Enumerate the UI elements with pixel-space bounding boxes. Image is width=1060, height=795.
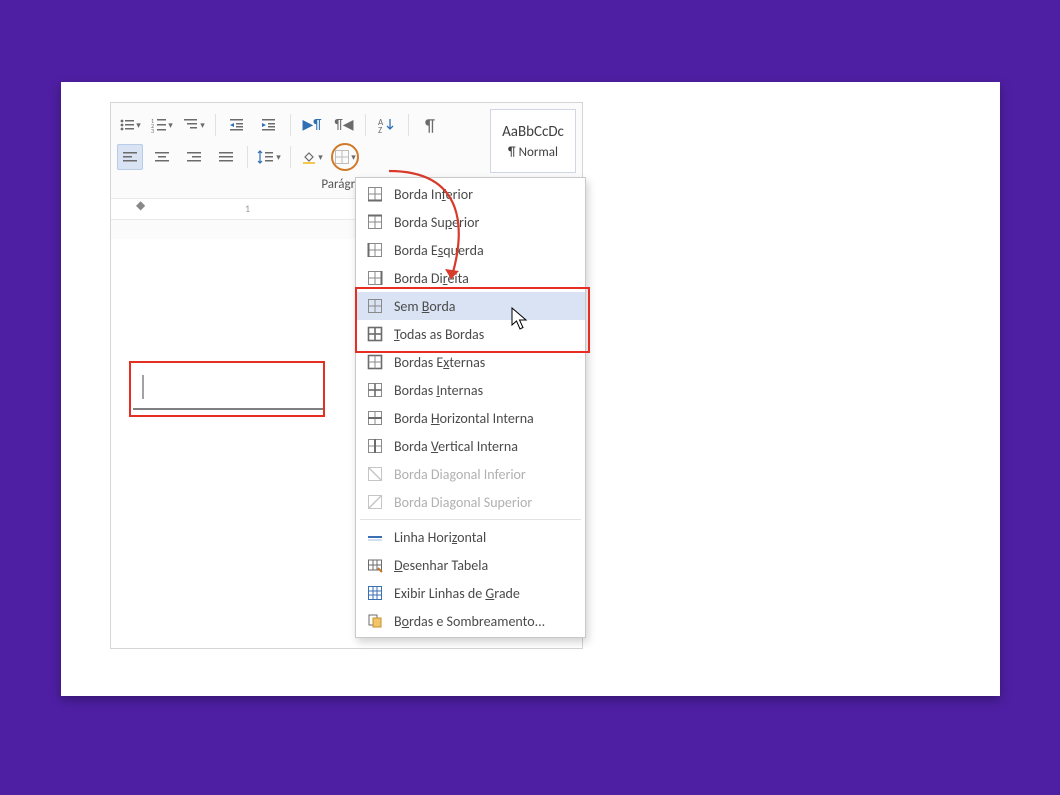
style-preview: AaBbCcDc: [493, 123, 573, 141]
shading-button[interactable]: ▾: [299, 144, 325, 170]
menu-item-label: Bordas Externas: [394, 354, 485, 371]
bullets-icon: [119, 117, 135, 133]
multilevel-list-button[interactable]: ▾: [181, 112, 207, 138]
menu-item-label: Linha Horizontal: [394, 529, 486, 546]
menu-item[interactable]: Borda Superior: [356, 208, 585, 236]
separator: [247, 146, 248, 168]
all-borders-icon: [366, 325, 384, 343]
menu-item[interactable]: Borda Vertical Interna: [356, 432, 585, 460]
style-gallery-normal[interactable]: AaBbCcDc ¶ Normal: [490, 109, 576, 173]
separator: [408, 114, 409, 136]
borders-shading-icon: [366, 612, 384, 630]
menu-item[interactable]: Borda Direita: [356, 264, 585, 292]
menu-separator: [360, 519, 581, 520]
hline-icon: [366, 528, 384, 546]
gridlines-icon: [366, 584, 384, 602]
separator: [290, 114, 291, 136]
align-justify-button[interactable]: [213, 144, 239, 170]
menu-item[interactable]: Bordas Internas: [356, 376, 585, 404]
menu-item-label: Borda Superior: [394, 214, 479, 231]
no-border-icon: [366, 297, 384, 315]
indent-marker-icon[interactable]: ◆: [136, 198, 145, 213]
slide: ▾ 123 ▾ ▾ ▶¶ ¶◀: [61, 82, 1000, 696]
decrease-indent-button[interactable]: [224, 112, 250, 138]
inside-v-border-icon: [366, 437, 384, 455]
inside-borders-icon: [366, 381, 384, 399]
border-left-icon: [366, 241, 384, 259]
menu-item-label: Todas as Bordas: [394, 326, 484, 343]
ltr-button[interactable]: ▶¶: [299, 112, 325, 138]
decrease-indent-icon: [229, 117, 245, 133]
align-center-button[interactable]: [149, 144, 175, 170]
borders-button[interactable]: ▾: [331, 143, 359, 171]
word-window: ▾ 123 ▾ ▾ ▶¶ ¶◀: [110, 102, 583, 649]
menu-item-label: Desenhar Tabela: [394, 557, 488, 574]
menu-item[interactable]: Borda Inferior: [356, 180, 585, 208]
outside-borders-icon: [366, 353, 384, 371]
menu-item[interactable]: Borda Horizontal Interna: [356, 404, 585, 432]
align-right-button[interactable]: [181, 144, 207, 170]
separator: [290, 146, 291, 168]
menu-item[interactable]: Bordas e Sombreamento...: [356, 607, 585, 635]
menu-item: Borda Diagonal Superior: [356, 488, 585, 516]
borders-icon: [334, 149, 350, 165]
menu-item-label: Bordas e Sombreamento...: [394, 613, 545, 630]
menu-item-label: Borda Horizontal Interna: [394, 410, 534, 427]
numbering-icon: 123: [151, 117, 167, 133]
align-center-icon: [154, 149, 170, 165]
sort-button[interactable]: AZ: [374, 112, 400, 138]
separator: [365, 114, 366, 136]
diag-up-border-icon: [366, 493, 384, 511]
menu-item-label: Sem Borda: [394, 298, 456, 315]
menu-item-label: Borda Esquerda: [394, 242, 484, 259]
separator: [215, 114, 216, 136]
bullets-button[interactable]: ▾: [117, 112, 143, 138]
diag-down-border-icon: [366, 465, 384, 483]
multilevel-list-icon: [183, 117, 199, 133]
rtl-button[interactable]: ¶◀: [331, 112, 357, 138]
menu-item[interactable]: Linha Horizontal: [356, 523, 585, 551]
align-left-icon: [122, 149, 138, 165]
line-spacing-button[interactable]: ▾: [256, 144, 282, 170]
menu-item-label: Exibir Linhas de Grade: [394, 585, 520, 602]
border-bottom-icon: [366, 185, 384, 203]
increase-indent-button[interactable]: [256, 112, 282, 138]
align-justify-icon: [218, 149, 234, 165]
show-hide-button[interactable]: ¶: [417, 112, 443, 138]
menu-item-label: Borda Direita: [394, 270, 469, 287]
svg-text:Z: Z: [378, 125, 382, 133]
borders-dropdown: Borda Inferior Borda Superior Borda Esquer…: [355, 177, 586, 638]
border-right-icon: [366, 269, 384, 287]
menu-item[interactable]: Desenhar Tabela: [356, 551, 585, 579]
menu-item[interactable]: Bordas Externas: [356, 348, 585, 376]
menu-item[interactable]: Todas as Bordas: [356, 320, 585, 348]
shading-icon: [301, 149, 317, 165]
menu-item-label: Borda Diagonal Inferior: [394, 466, 526, 483]
svg-text:3: 3: [151, 127, 154, 133]
line-spacing-icon: [257, 149, 275, 165]
align-right-icon: [186, 149, 202, 165]
menu-item-label: Borda Diagonal Superior: [394, 494, 532, 511]
increase-indent-icon: [261, 117, 277, 133]
menu-item: Borda Diagonal Inferior: [356, 460, 585, 488]
text-cursor-icon: [133, 369, 323, 419]
inside-h-border-icon: [366, 409, 384, 427]
numbering-button[interactable]: 123 ▾: [149, 112, 175, 138]
align-left-button[interactable]: [117, 144, 143, 170]
style-name: ¶ Normal: [493, 141, 573, 160]
ruler-tick: 1: [245, 202, 250, 215]
menu-item[interactable]: Exibir Linhas de Grade: [356, 579, 585, 607]
menu-item-label: Borda Vertical Interna: [394, 438, 518, 455]
menu-item-label: Borda Inferior: [394, 186, 473, 203]
menu-item[interactable]: Sem Borda: [356, 292, 585, 320]
border-top-icon: [366, 213, 384, 231]
draw-table-icon: [366, 556, 384, 574]
menu-item[interactable]: Borda Esquerda: [356, 236, 585, 264]
menu-item-label: Bordas Internas: [394, 382, 483, 399]
sort-icon: AZ: [378, 117, 396, 133]
